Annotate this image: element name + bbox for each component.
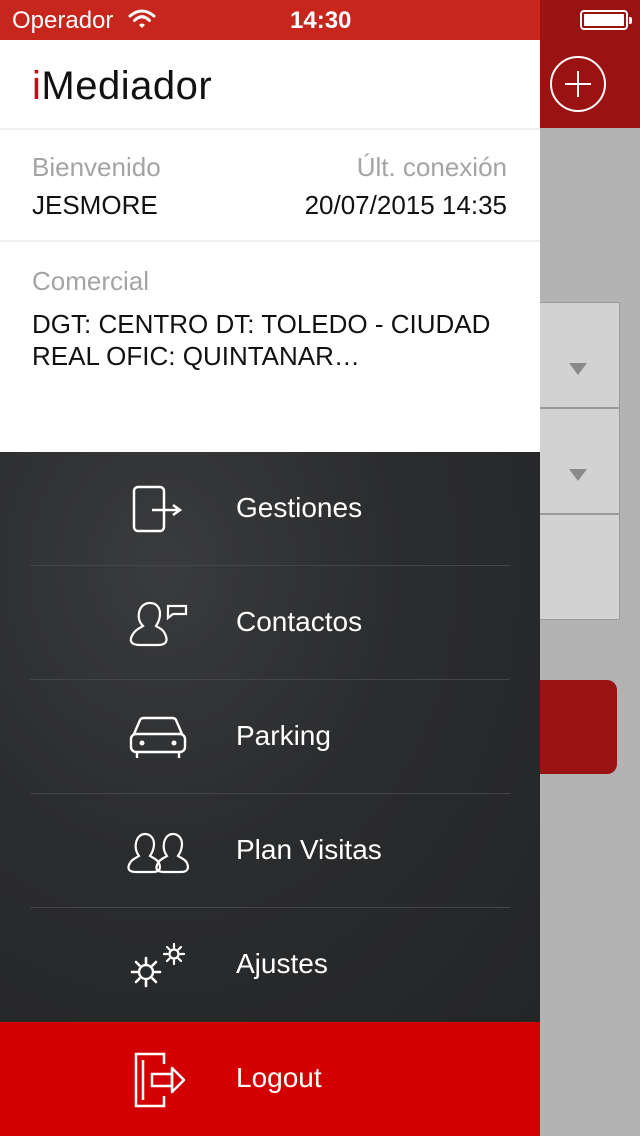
dropdown-caret-icon (569, 469, 587, 481)
divider (0, 240, 540, 242)
logout-label: Logout (236, 1062, 322, 1093)
logout-icon (134, 1052, 186, 1108)
divider (0, 128, 540, 130)
wifi-icon (128, 9, 156, 28)
last-login-label: Últ. conexión (356, 152, 507, 182)
last-login-value: 20/07/2015 14:35 (304, 190, 507, 220)
app-title: iMediador (32, 64, 212, 109)
status-bar: Operador 14:30 (0, 0, 640, 40)
add-icon[interactable] (550, 56, 606, 112)
gestiones-icon (132, 485, 183, 533)
ajustes-gears-icon (130, 942, 186, 988)
user-name: JESMORE (32, 190, 158, 220)
commercial-label: Comercial (32, 266, 150, 296)
app-title-rest: Mediador (41, 64, 213, 108)
menu-item-label: Parking (236, 720, 331, 751)
menu-item-gestiones[interactable]: Gestiones (0, 452, 540, 566)
menu-item-plan-visitas[interactable]: Plan Visitas (0, 794, 540, 908)
side-drawer: iMediador Bienvenido JESMORE Últ. conexi… (0, 0, 540, 1136)
logout-button[interactable]: Logout (0, 1022, 540, 1136)
commercial-value: DGT: CENTRO DT: TOLEDO - CIUDAD REAL OFI… (32, 309, 491, 371)
dropdown-caret-icon (569, 363, 587, 375)
menu-item-label: Gestiones (236, 492, 363, 523)
menu-item-label: Ajustes (236, 948, 328, 979)
plan-visitas-icon (127, 832, 189, 874)
menu-item-contactos[interactable]: Contactos (0, 566, 540, 680)
app-title-accent: i (32, 64, 42, 108)
parking-car-icon (129, 716, 187, 758)
menu-item-parking[interactable]: Parking (0, 680, 540, 794)
status-clock: 14:30 (290, 7, 352, 34)
contactos-icon (129, 601, 188, 647)
menu-item-label: Contactos (236, 606, 363, 637)
menu-item-ajustes[interactable]: Ajustes (0, 908, 540, 1022)
carrier-name: Operador (12, 7, 114, 34)
welcome-label: Bienvenido (32, 152, 161, 182)
menu-item-label: Plan Visitas (236, 834, 382, 865)
drawer-menu: Gestiones Contactos Parking Plan Visitas… (0, 452, 540, 1022)
battery-icon (580, 10, 632, 30)
